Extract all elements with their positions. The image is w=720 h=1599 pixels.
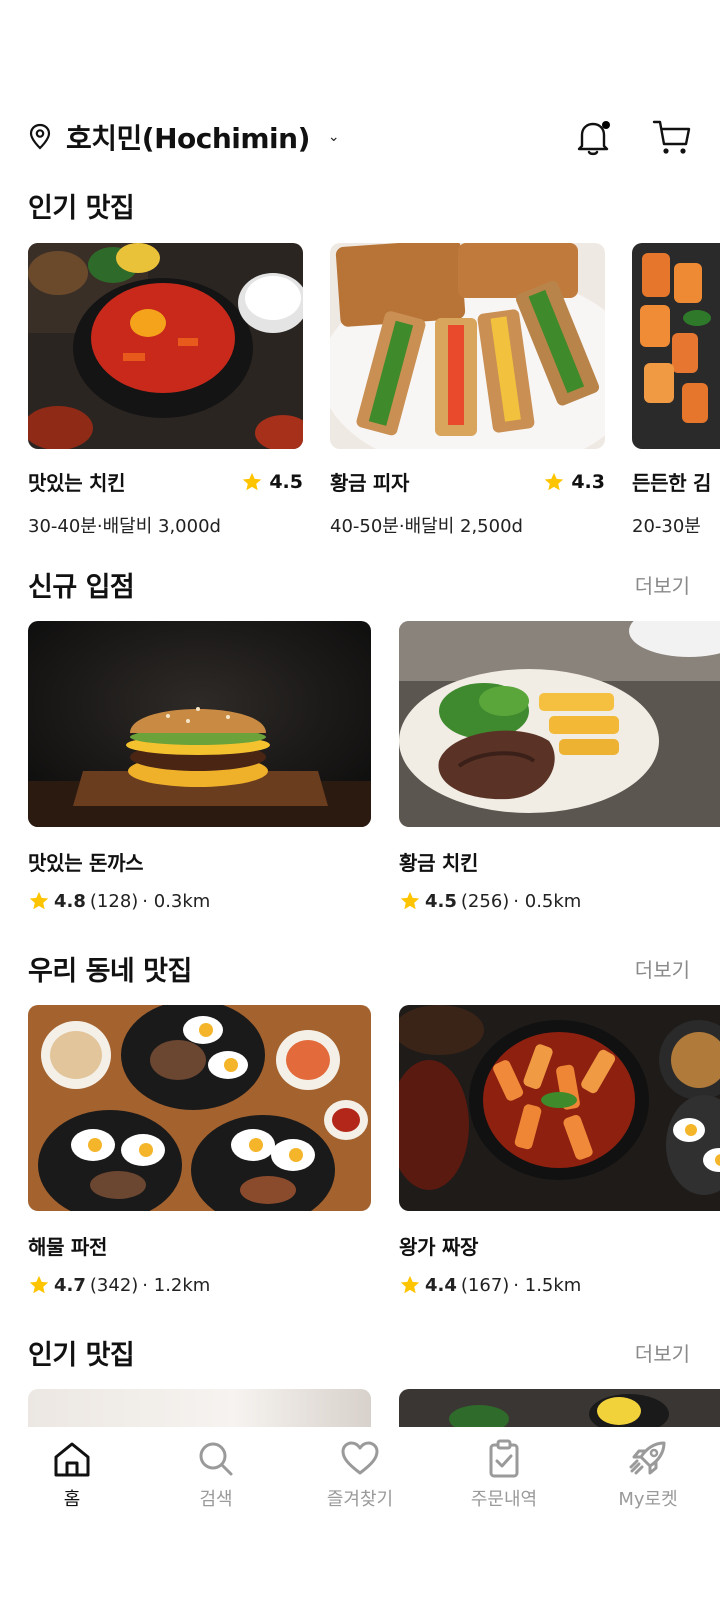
store-card[interactable]: 황금 치킨 4.5 (256) · 0.5km xyxy=(399,621,720,912)
delivery-info: 40-50분·배달비 2,500d xyxy=(330,516,523,537)
nav-label: 홈 xyxy=(63,1489,81,1510)
star-icon xyxy=(29,891,49,910)
more-link-popular-2[interactable]: 더보기 xyxy=(635,1338,690,1367)
section-title-popular: 인기 맛집 xyxy=(28,193,135,224)
store-meta: 4.8 (128) · 0.3km xyxy=(28,890,371,912)
food-image-partial[interactable] xyxy=(28,1389,371,1429)
location-label[interactable]: 호치민(Hochimin) xyxy=(66,117,310,157)
location-selector[interactable]: 호치민(Hochimin) ⌄ xyxy=(28,117,340,157)
food-image-burger xyxy=(28,621,371,827)
store-card[interactable]: 맛있는 돈까스 4.8 (128) · 0.3km xyxy=(28,621,371,912)
clipboard-icon xyxy=(489,1439,519,1478)
location-pin-icon xyxy=(29,123,51,150)
chevron-down-icon[interactable]: ⌄ xyxy=(328,129,340,145)
popular-carousel[interactable]: 맛있는 치킨 4.5 30-40분·배달비 3,000d 황금 피자 4.3 4… xyxy=(28,243,720,543)
star-icon xyxy=(400,891,420,910)
search-icon xyxy=(199,1442,233,1476)
delivery-info: 20-30분 xyxy=(632,516,701,537)
food-image-stew xyxy=(28,243,303,449)
nav-label: 즐겨찾기 xyxy=(326,1489,394,1510)
delivery-info: 30-40분·배달비 3,000d xyxy=(28,516,221,537)
store-card[interactable]: 해물 파전 4.7 (342) · 1.2km xyxy=(28,1005,371,1296)
nav-orders[interactable]: 주문내역 xyxy=(432,1427,576,1599)
bottom-nav: 홈 검색 즐겨찾기 주문내역 My로켓 xyxy=(0,1427,720,1599)
review-count: (128) xyxy=(89,890,139,912)
distance: · 1.5km xyxy=(513,1274,582,1296)
rating-value: 4.3 xyxy=(571,470,605,493)
nav-my-rocket[interactable]: My로켓 xyxy=(576,1427,720,1599)
store-meta: 4.5 (256) · 0.5km xyxy=(399,890,720,912)
notification-dot xyxy=(602,121,610,129)
popular-card[interactable]: 든든한 김 20-30분 xyxy=(632,243,720,538)
review-count: (256) xyxy=(460,890,510,912)
store-name: 해물 파전 xyxy=(28,1235,108,1259)
heart-icon xyxy=(341,1441,379,1475)
rating: 4.5 xyxy=(241,471,303,493)
notification-button[interactable] xyxy=(576,118,610,156)
home-icon xyxy=(54,1442,90,1477)
store-name: 왕가 짜장 xyxy=(399,1235,479,1259)
popular-card[interactable]: 맛있는 치킨 4.5 30-40분·배달비 3,000d xyxy=(28,243,303,538)
popular-card[interactable]: 황금 피자 4.3 40-50분·배달비 2,500d xyxy=(330,243,605,538)
store-name: 맛있는 돈까스 xyxy=(28,851,144,875)
cart-icon[interactable] xyxy=(652,118,692,156)
food-image-steak xyxy=(399,621,720,827)
store-name: 황금 치킨 xyxy=(399,851,479,875)
nav-favorites[interactable]: 즐겨찾기 xyxy=(288,1427,432,1599)
store-card[interactable]: 왕가 짜장 4.4 (167) · 1.5km xyxy=(399,1005,720,1296)
review-count: (167) xyxy=(460,1274,510,1296)
top-header: 호치민(Hochimin) ⌄ xyxy=(28,112,692,162)
more-link-local[interactable]: 더보기 xyxy=(635,954,690,983)
nav-label: My로켓 xyxy=(618,1489,678,1510)
nav-home[interactable]: 홈 xyxy=(0,1427,144,1599)
rating-value: 4.5 xyxy=(269,470,303,493)
distance: · 0.5km xyxy=(513,890,582,912)
restaurant-name: 맛있는 치킨 xyxy=(28,471,126,495)
rocket-icon xyxy=(629,1441,666,1475)
review-count: (342) xyxy=(89,1274,139,1296)
store-meta: 4.4 (167) · 1.5km xyxy=(399,1274,720,1296)
food-image-tteokbokki-2 xyxy=(399,1005,720,1211)
section-title-local: 우리 동네 맛집 xyxy=(28,956,192,987)
section-title-popular-2: 인기 맛집 xyxy=(28,1340,135,1371)
star-icon xyxy=(29,1275,49,1294)
rating-value: 4.8 xyxy=(54,890,86,912)
restaurant-name: 든든한 김 xyxy=(632,471,712,495)
restaurant-name: 황금 피자 xyxy=(330,471,410,495)
star-icon xyxy=(243,472,262,490)
rating-value: 4.4 xyxy=(425,1274,457,1296)
nav-label: 검색 xyxy=(199,1489,233,1510)
food-image-bibimbap xyxy=(28,1005,371,1211)
rating-value: 4.5 xyxy=(425,890,457,912)
food-image-tteokbokki xyxy=(632,243,720,449)
distance: · 1.2km xyxy=(142,1274,211,1296)
distance: · 0.3km xyxy=(142,890,211,912)
nav-search[interactable]: 검색 xyxy=(144,1427,288,1599)
star-icon xyxy=(400,1275,420,1294)
star-icon xyxy=(545,472,564,490)
rating-value: 4.7 xyxy=(54,1274,86,1296)
section-title-new: 신규 입점 xyxy=(28,572,135,603)
store-meta: 4.7 (342) · 1.2km xyxy=(28,1274,371,1296)
popular-store-list-2 xyxy=(28,1389,720,1429)
food-image-partial[interactable] xyxy=(399,1389,720,1429)
rating: 4.3 xyxy=(543,471,605,493)
food-image-sandwich xyxy=(330,243,605,449)
nav-label: 주문내역 xyxy=(470,1489,538,1510)
more-link-new[interactable]: 더보기 xyxy=(635,570,690,599)
